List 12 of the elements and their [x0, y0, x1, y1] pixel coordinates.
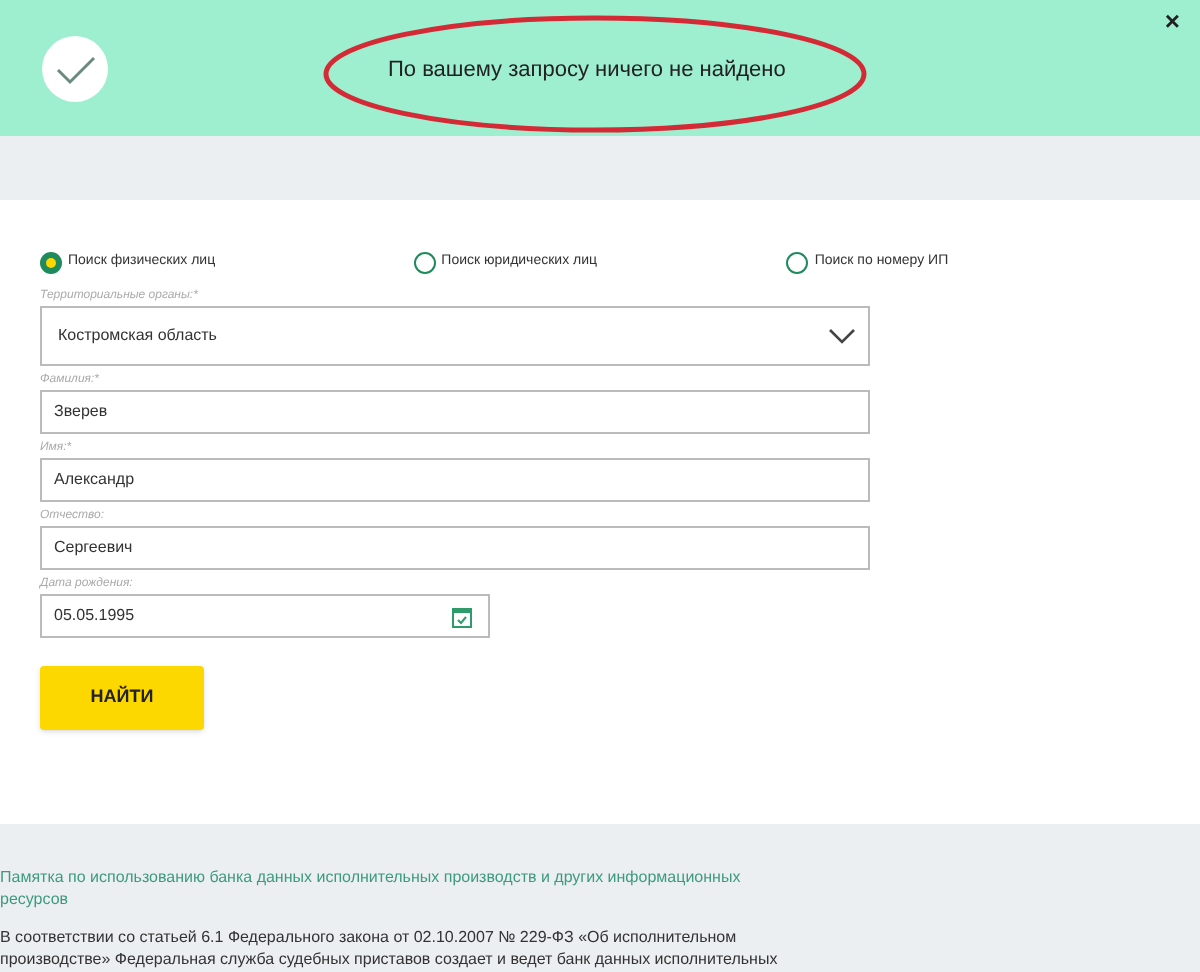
- footer-paragraph: В соответствии со статьей 6.1 Федерального закона от 02.10.2007 № 229-ФЗ «Об исполнительном производстве» Федеральная служба судебных приставов создает и ведет банк данных исполнительных: [0, 926, 780, 970]
- search-button[interactable]: НАЙТИ: [40, 666, 204, 730]
- close-button[interactable]: ×: [1164, 8, 1180, 34]
- region-dropdown[interactable]: Костромская область: [40, 306, 870, 366]
- date-field[interactable]: 05.05.1995: [40, 594, 490, 638]
- calendar-icon[interactable]: [452, 605, 472, 627]
- check-icon: [42, 35, 108, 101]
- text-field[interactable]: Зверев: [40, 390, 870, 434]
- text-field[interactable]: Александр: [40, 458, 870, 502]
- chevron-down-icon: [828, 328, 856, 344]
- banner-message: По вашему запросу ничего не найдено: [388, 56, 786, 86]
- text-field[interactable]: Сергеевич: [40, 526, 870, 570]
